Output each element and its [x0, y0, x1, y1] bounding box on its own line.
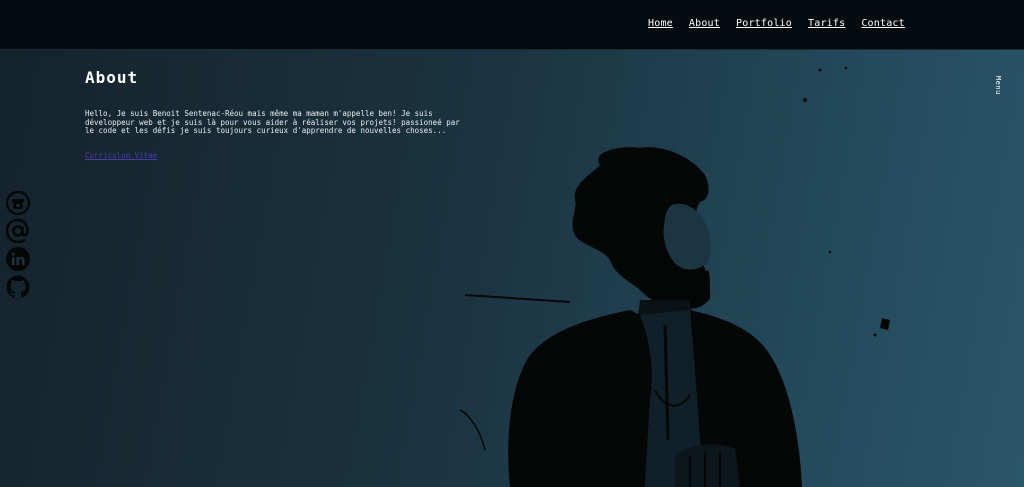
menu-toggle[interactable]: Menu: [994, 76, 1002, 95]
about-text: Hello, Je suis Benoit Sentenac-Réou mais…: [85, 109, 460, 135]
cv-link[interactable]: Curriculum Vitae: [85, 151, 157, 160]
at-icon[interactable]: [5, 218, 31, 244]
github-icon[interactable]: [5, 274, 31, 300]
nav-about-link[interactable]: About: [689, 18, 720, 29]
portrait-hand: [675, 444, 740, 487]
social-links: [5, 190, 31, 302]
linkedin-icon[interactable]: [5, 246, 31, 272]
top-navbar: Home About Portfolio Tarifs Contact: [0, 0, 1024, 50]
nav-home-link[interactable]: Home: [648, 18, 673, 29]
phone-icon[interactable]: [5, 190, 31, 216]
portrait-body: [508, 310, 652, 487]
paint-specks: [803, 66, 890, 337]
nav-portfolio-link[interactable]: Portfolio: [736, 18, 792, 29]
nav-tarifs-link[interactable]: Tarifs: [808, 18, 845, 29]
page: Home About Portfolio Tarifs Contact Abou…: [0, 0, 1024, 487]
about-title: About: [85, 68, 139, 87]
main-nav: Home About Portfolio Tarifs Contact: [648, 18, 905, 29]
nav-contact-link[interactable]: Contact: [861, 18, 905, 29]
